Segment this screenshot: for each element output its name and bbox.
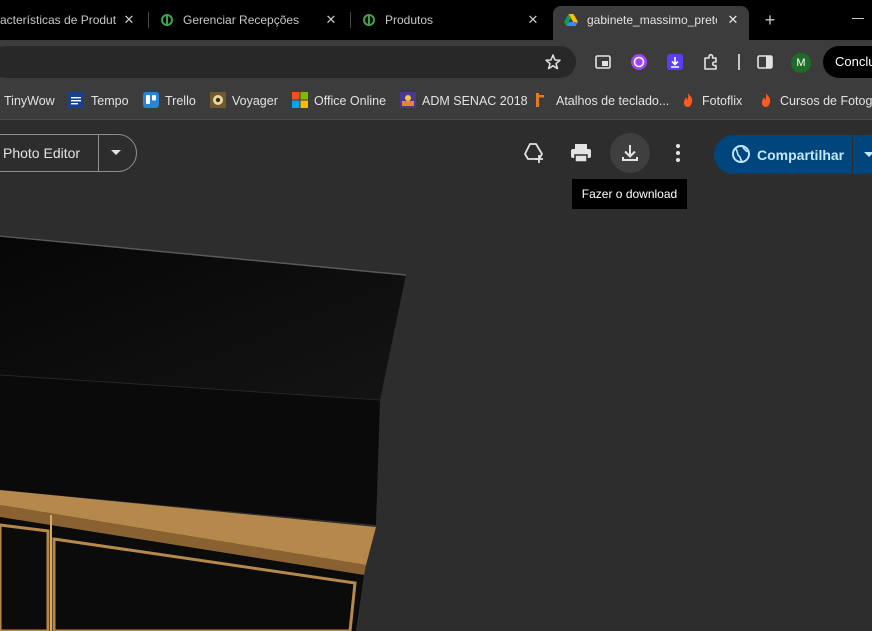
picture-in-picture-icon[interactable] [594,53,612,71]
chevron-down-icon[interactable] [111,150,121,155]
bookmark-cursos-fotografia[interactable]: Cursos de Fotografia [780,93,872,109]
trello-icon [143,92,159,108]
bookmarks-bar: TinyWow Tempo Trello Voyager Office Onli… [0,82,872,120]
update-button[interactable]: Concluir [823,46,872,78]
close-icon[interactable]: ✕ [525,12,541,28]
tab-gabinete-active[interactable]: gabinete_massimo_preto ✕ [553,6,749,40]
bookmark-atalhos[interactable]: Atalhos de teclado... [556,93,669,109]
bookmark-tempo[interactable]: Tempo [91,93,129,109]
minimize-icon[interactable] [852,18,864,19]
new-tab-button[interactable]: + [761,10,779,31]
toolbar-divider [738,54,740,70]
open-with-label[interactable]: Photo Editor [3,145,80,161]
atalhos-icon [536,93,544,107]
extensions-puzzle-icon[interactable] [702,53,720,71]
add-shortcut-to-drive-icon[interactable] [522,141,546,165]
close-icon[interactable]: ✕ [323,12,339,28]
bookmark-adm-senac[interactable]: ADM SENAC 2018 [422,93,528,109]
tab-title: Produtos [385,13,434,27]
address-bar[interactable] [0,46,576,78]
google-drive-icon [564,14,578,26]
tab-separator [350,12,351,28]
bookmark-fotoflix[interactable]: Fotoflix [702,93,742,109]
profile-avatar[interactable]: M [791,53,811,73]
more-vert-icon[interactable] [666,141,690,165]
close-icon[interactable]: ✕ [121,12,137,28]
download-tooltip: Fazer o download [572,179,687,209]
fotoflix-flame-icon [683,93,693,107]
extension-purple-icon[interactable] [630,53,648,71]
share-divider [852,135,853,174]
bookmark-office-online[interactable]: Office Online [314,93,386,109]
tab-title: Gerenciar Recepções [183,13,300,27]
share-label[interactable]: Compartilhar [757,147,844,163]
tab-caracteristicas[interactable]: acterísticas de Produt ✕ [0,0,140,40]
close-icon[interactable]: ✕ [725,12,741,28]
tab-strip: acterísticas de Produt ✕ Gerenciar Recep… [0,0,872,40]
side-panel-icon[interactable] [756,53,774,71]
download-extension-icon[interactable] [666,53,684,71]
chevron-down-icon[interactable] [864,152,872,157]
bookmark-voyager[interactable]: Voyager [232,93,278,109]
download-icon[interactable] [618,141,642,165]
globe-icon [732,145,750,163]
bookmark-tinywow[interactable]: TinyWow [4,93,55,109]
tab-separator [148,12,149,28]
bookmark-star-icon[interactable] [544,53,562,71]
weather-channel-icon [68,92,84,108]
open-with-divider [98,135,99,171]
voyager-icon [210,92,226,108]
microsoft-office-icon [292,92,308,108]
cabinet-photo [0,235,407,631]
browser-toolbar [0,40,872,82]
print-icon[interactable] [569,141,593,165]
tab-gerenciar-recepcoes[interactable]: Gerenciar Recepções ✕ [156,0,346,40]
tab-favicon-icon [363,14,375,26]
tab-title: gabinete_massimo_preto [587,13,717,27]
tab-title: acterísticas de Produt [0,13,116,27]
bookmark-trello[interactable]: Trello [165,93,196,109]
adm-senac-icon [400,92,416,108]
tab-produtos[interactable]: Produtos ✕ [358,0,548,40]
tab-favicon-icon [161,14,173,26]
cursos-flame-icon [761,93,771,107]
